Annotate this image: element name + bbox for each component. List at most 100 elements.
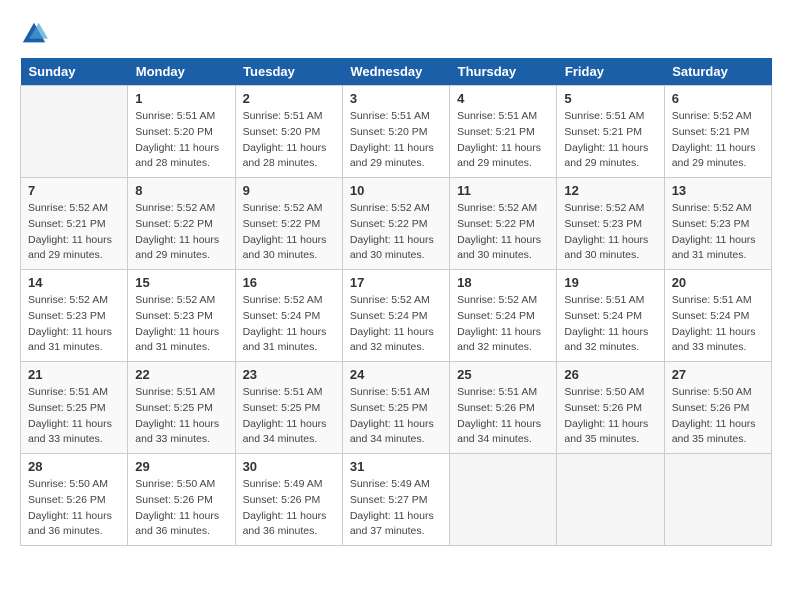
calendar-table: SundayMondayTuesdayWednesdayThursdayFrid…	[20, 58, 772, 546]
day-info: Sunrise: 5:52 AMSunset: 5:22 PMDaylight:…	[350, 201, 442, 264]
day-info: Sunrise: 5:51 AMSunset: 5:21 PMDaylight:…	[564, 109, 656, 172]
day-info: Sunrise: 5:52 AMSunset: 5:22 PMDaylight:…	[457, 201, 549, 264]
day-number: 8	[135, 183, 227, 198]
day-info: Sunrise: 5:52 AMSunset: 5:23 PMDaylight:…	[28, 293, 120, 356]
day-number: 17	[350, 275, 442, 290]
day-cell: 21 Sunrise: 5:51 AMSunset: 5:25 PMDayligh…	[21, 362, 128, 454]
day-info: Sunrise: 5:50 AMSunset: 5:26 PMDaylight:…	[672, 385, 764, 448]
day-info: Sunrise: 5:51 AMSunset: 5:25 PMDaylight:…	[135, 385, 227, 448]
day-cell: 16 Sunrise: 5:52 AMSunset: 5:24 PMDayligh…	[235, 270, 342, 362]
header-cell-tuesday: Tuesday	[235, 58, 342, 86]
day-number: 21	[28, 367, 120, 382]
day-info: Sunrise: 5:52 AMSunset: 5:22 PMDaylight:…	[135, 201, 227, 264]
week-row-2: 14 Sunrise: 5:52 AMSunset: 5:23 PMDayligh…	[21, 270, 772, 362]
day-number: 6	[672, 91, 764, 106]
day-cell: 13 Sunrise: 5:52 AMSunset: 5:23 PMDayligh…	[664, 178, 771, 270]
day-number: 20	[672, 275, 764, 290]
day-cell: 19 Sunrise: 5:51 AMSunset: 5:24 PMDayligh…	[557, 270, 664, 362]
day-cell: 5 Sunrise: 5:51 AMSunset: 5:21 PMDaylight…	[557, 86, 664, 178]
day-cell: 23 Sunrise: 5:51 AMSunset: 5:25 PMDayligh…	[235, 362, 342, 454]
day-cell: 27 Sunrise: 5:50 AMSunset: 5:26 PMDayligh…	[664, 362, 771, 454]
day-info: Sunrise: 5:52 AMSunset: 5:24 PMDaylight:…	[457, 293, 549, 356]
day-cell: 6Sunrise: 5:52 AMSunset: 5:21 PMDaylight…	[664, 86, 771, 178]
day-cell	[557, 454, 664, 546]
logo-icon	[20, 20, 48, 48]
header-row: SundayMondayTuesdayWednesdayThursdayFrid…	[21, 58, 772, 86]
day-cell: 18 Sunrise: 5:52 AMSunset: 5:24 PMDayligh…	[450, 270, 557, 362]
day-info: Sunrise: 5:52 AMSunset: 5:21 PMDaylight:…	[28, 201, 120, 264]
week-row-0: 1 Sunrise: 5:51 AMSunset: 5:20 PMDaylight…	[21, 86, 772, 178]
day-info: Sunrise: 5:52 AMSunset: 5:22 PMDaylight:…	[243, 201, 335, 264]
header-cell-friday: Friday	[557, 58, 664, 86]
day-number: 15	[135, 275, 227, 290]
day-number: 23	[243, 367, 335, 382]
day-number: 29	[135, 459, 227, 474]
day-cell: 31Sunrise: 5:49 AMSunset: 5:27 PMDayligh…	[342, 454, 449, 546]
day-cell: 22 Sunrise: 5:51 AMSunset: 5:25 PMDayligh…	[128, 362, 235, 454]
day-cell: 2 Sunrise: 5:51 AMSunset: 5:20 PMDaylight…	[235, 86, 342, 178]
day-info: Sunrise: 5:51 AMSunset: 5:25 PMDaylight:…	[350, 385, 442, 448]
day-info: Sunrise: 5:51 AMSunset: 5:20 PMDaylight:…	[243, 109, 335, 172]
day-number: 27	[672, 367, 764, 382]
day-info: Sunrise: 5:51 AMSunset: 5:24 PMDaylight:…	[564, 293, 656, 356]
day-cell: 14 Sunrise: 5:52 AMSunset: 5:23 PMDayligh…	[21, 270, 128, 362]
day-info: Sunrise: 5:51 AMSunset: 5:25 PMDaylight:…	[243, 385, 335, 448]
day-cell: 8 Sunrise: 5:52 AMSunset: 5:22 PMDaylight…	[128, 178, 235, 270]
day-cell: 7 Sunrise: 5:52 AMSunset: 5:21 PMDaylight…	[21, 178, 128, 270]
day-number: 24	[350, 367, 442, 382]
header-cell-monday: Monday	[128, 58, 235, 86]
day-number: 13	[672, 183, 764, 198]
day-number: 7	[28, 183, 120, 198]
day-number: 16	[243, 275, 335, 290]
day-cell	[664, 454, 771, 546]
day-info: Sunrise: 5:52 AMSunset: 5:24 PMDaylight:…	[243, 293, 335, 356]
day-cell	[450, 454, 557, 546]
day-number: 3	[350, 91, 442, 106]
day-number: 26	[564, 367, 656, 382]
day-number: 1	[135, 91, 227, 106]
day-number: 28	[28, 459, 120, 474]
day-cell: 10Sunrise: 5:52 AMSunset: 5:22 PMDayligh…	[342, 178, 449, 270]
day-number: 25	[457, 367, 549, 382]
day-info: Sunrise: 5:50 AMSunset: 5:26 PMDaylight:…	[135, 477, 227, 540]
day-info: Sunrise: 5:51 AMSunset: 5:21 PMDaylight:…	[457, 109, 549, 172]
day-info: Sunrise: 5:51 AMSunset: 5:20 PMDaylight:…	[135, 109, 227, 172]
day-info: Sunrise: 5:52 AMSunset: 5:24 PMDaylight:…	[350, 293, 442, 356]
day-cell: 1 Sunrise: 5:51 AMSunset: 5:20 PMDaylight…	[128, 86, 235, 178]
day-info: Sunrise: 5:49 AMSunset: 5:27 PMDaylight:…	[350, 477, 442, 540]
day-info: Sunrise: 5:52 AMSunset: 5:23 PMDaylight:…	[672, 201, 764, 264]
week-row-1: 7 Sunrise: 5:52 AMSunset: 5:21 PMDaylight…	[21, 178, 772, 270]
day-cell: 4 Sunrise: 5:51 AMSunset: 5:21 PMDaylight…	[450, 86, 557, 178]
day-cell: 17 Sunrise: 5:52 AMSunset: 5:24 PMDayligh…	[342, 270, 449, 362]
day-info: Sunrise: 5:49 AMSunset: 5:26 PMDaylight:…	[243, 477, 335, 540]
header-cell-saturday: Saturday	[664, 58, 771, 86]
day-info: Sunrise: 5:51 AMSunset: 5:20 PMDaylight:…	[350, 109, 442, 172]
day-number: 22	[135, 367, 227, 382]
day-number: 14	[28, 275, 120, 290]
day-number: 4	[457, 91, 549, 106]
day-info: Sunrise: 5:51 AMSunset: 5:26 PMDaylight:…	[457, 385, 549, 448]
day-cell: 25 Sunrise: 5:51 AMSunset: 5:26 PMDayligh…	[450, 362, 557, 454]
day-cell: 26Sunrise: 5:50 AMSunset: 5:26 PMDayligh…	[557, 362, 664, 454]
day-number: 5	[564, 91, 656, 106]
day-info: Sunrise: 5:52 AMSunset: 5:23 PMDaylight:…	[135, 293, 227, 356]
day-number: 19	[564, 275, 656, 290]
day-number: 2	[243, 91, 335, 106]
day-cell: 3 Sunrise: 5:51 AMSunset: 5:20 PMDaylight…	[342, 86, 449, 178]
day-number: 9	[243, 183, 335, 198]
day-cell: 15 Sunrise: 5:52 AMSunset: 5:23 PMDayligh…	[128, 270, 235, 362]
day-cell: 30Sunrise: 5:49 AMSunset: 5:26 PMDayligh…	[235, 454, 342, 546]
week-row-4: 28 Sunrise: 5:50 AMSunset: 5:26 PMDayligh…	[21, 454, 772, 546]
day-number: 11	[457, 183, 549, 198]
day-cell: 20 Sunrise: 5:51 AMSunset: 5:24 PMDayligh…	[664, 270, 771, 362]
day-info: Sunrise: 5:51 AMSunset: 5:25 PMDaylight:…	[28, 385, 120, 448]
header-cell-thursday: Thursday	[450, 58, 557, 86]
logo	[20, 20, 52, 48]
day-cell: 11 Sunrise: 5:52 AMSunset: 5:22 PMDayligh…	[450, 178, 557, 270]
week-row-3: 21 Sunrise: 5:51 AMSunset: 5:25 PMDayligh…	[21, 362, 772, 454]
header-cell-sunday: Sunday	[21, 58, 128, 86]
day-number: 18	[457, 275, 549, 290]
day-cell: 24 Sunrise: 5:51 AMSunset: 5:25 PMDayligh…	[342, 362, 449, 454]
day-info: Sunrise: 5:50 AMSunset: 5:26 PMDaylight:…	[28, 477, 120, 540]
day-info: Sunrise: 5:51 AMSunset: 5:24 PMDaylight:…	[672, 293, 764, 356]
